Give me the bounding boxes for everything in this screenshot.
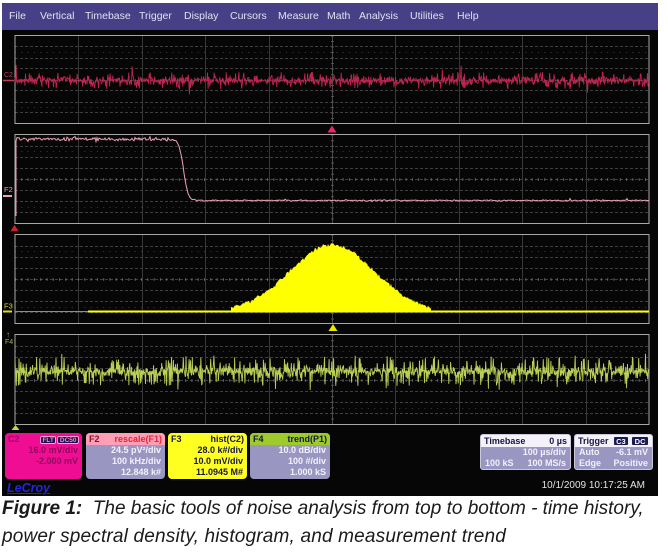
svg-text:F2: F2 <box>4 185 13 194</box>
svg-text:C2: C2 <box>4 72 13 79</box>
svg-text:↑: ↑ <box>6 330 10 339</box>
svg-text:F3: F3 <box>4 302 13 311</box>
svg-text:F4: F4 <box>5 339 13 346</box>
